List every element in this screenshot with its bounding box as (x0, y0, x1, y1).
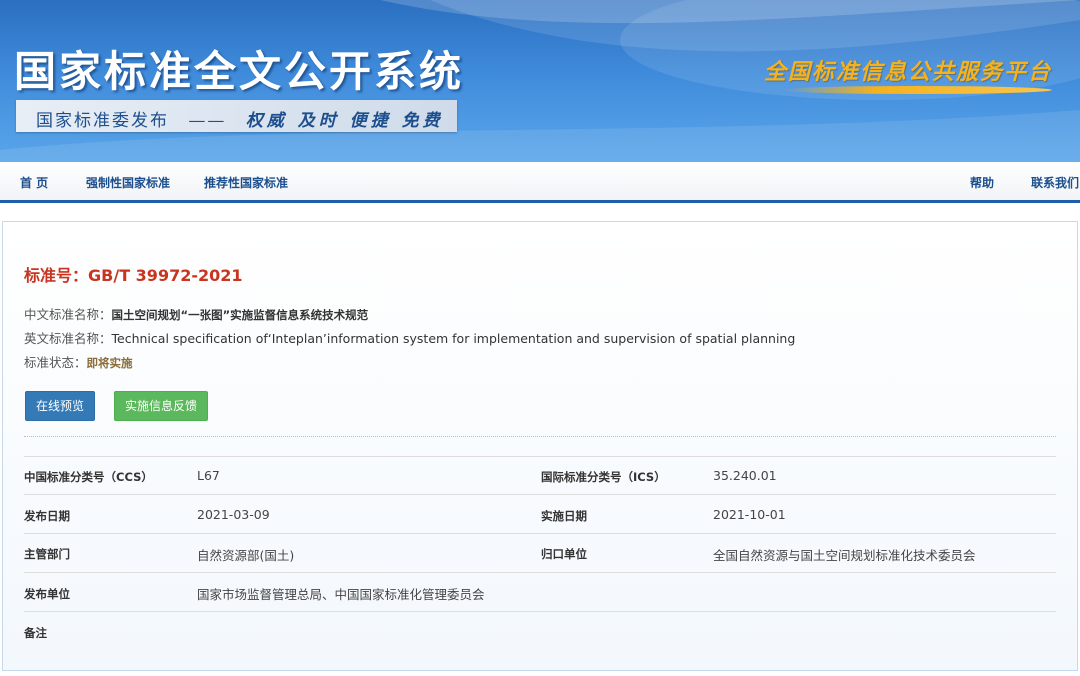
publisher-value: 国家市场监督管理总局、中国国家标准化管理委员会 (197, 587, 485, 602)
en-name-value: Technical specification of‘Inteplan’info… (111, 331, 796, 346)
impl-date-label: 实施日期 (541, 509, 587, 523)
standard-detail-panel (2, 221, 1078, 671)
nav-recommended-standards[interactable]: 推荐性国家标准 (204, 174, 288, 191)
publish-date-label: 发布日期 (24, 509, 70, 523)
table-rule (24, 494, 1056, 495)
ics-value: 35.240.01 (713, 468, 777, 483)
dept-value: 自然资源部(国土) (197, 548, 295, 563)
implementation-feedback-button[interactable]: 实施信息反馈 (114, 391, 209, 421)
nav-home[interactable]: 首 页 (20, 174, 48, 191)
publish-date-value: 2021-03-09 (197, 507, 270, 522)
status-label: 标准状态： (24, 355, 87, 370)
en-name-label: 英文标准名称： (24, 331, 112, 346)
ccs-label: 中国标准分类号（CCS） (24, 470, 153, 484)
site-subtitle-box: 国家标准委发布 —— 权威 及时 便捷 免费 (16, 100, 457, 132)
en-name-row: 英文标准名称：Technical specification of‘Intepl… (24, 328, 795, 347)
online-preview-button[interactable]: 在线预览 (25, 391, 96, 421)
owner-value: 全国自然资源与国土空间规划标准化技术委员会 (713, 548, 976, 563)
publisher-label: 发布单位 (24, 587, 70, 601)
status-value: 即将实施 (86, 356, 133, 370)
table-rule (24, 533, 1056, 534)
status-row: 标准状态：即将实施 (24, 352, 133, 371)
ics-label: 国际标准分类号（ICS） (541, 470, 666, 484)
site-title: 国家标准全文公开系统 (14, 47, 465, 96)
standard-number-heading: 标准号：GB/T 39972-2021 (24, 262, 243, 286)
standard-number-label: 标准号： (24, 266, 89, 285)
subtitle-motto: 权威 及时 便捷 免费 (245, 111, 444, 131)
table-rule (24, 456, 1056, 457)
site-subtitle: 国家标准委发布 —— 权威 及时 便捷 免费 (36, 106, 444, 131)
subtitle-dash: —— (188, 111, 227, 131)
subtitle-publisher: 国家标准委发布 (36, 111, 169, 131)
dept-label: 主管部门 (24, 547, 70, 561)
table-rule (24, 572, 1056, 573)
table-rule (24, 611, 1056, 612)
nav-mandatory-standards[interactable]: 强制性国家标准 (86, 174, 170, 191)
remark-label: 备注 (24, 626, 47, 640)
main-nav: 首 页 强制性国家标准 推荐性国家标准 帮助 联系我们 (0, 162, 1080, 203)
standard-number: GB/T 39972-2021 (88, 266, 243, 285)
owner-label: 归口单位 (541, 547, 587, 561)
platform-underline-decoration (782, 86, 1052, 94)
cn-name-value: 国土空间规划“一张图”实施监督信息系统技术规范 (111, 308, 369, 322)
nav-help[interactable]: 帮助 (970, 174, 994, 191)
cn-name-label: 中文标准名称： (24, 307, 112, 322)
section-divider (24, 436, 1056, 437)
nav-contact-us[interactable]: 联系我们 (1031, 174, 1079, 191)
platform-name: 全国标准信息公共服务平台 (763, 59, 1052, 85)
impl-date-value: 2021-10-01 (713, 507, 786, 522)
cn-name-row: 中文标准名称：国土空间规划“一张图”实施监督信息系统技术规范 (24, 304, 368, 323)
ccs-value: L67 (197, 468, 220, 483)
site-banner: 国家标准全文公开系统 国家标准委发布 —— 权威 及时 便捷 免费 全国标准信息… (0, 0, 1080, 162)
